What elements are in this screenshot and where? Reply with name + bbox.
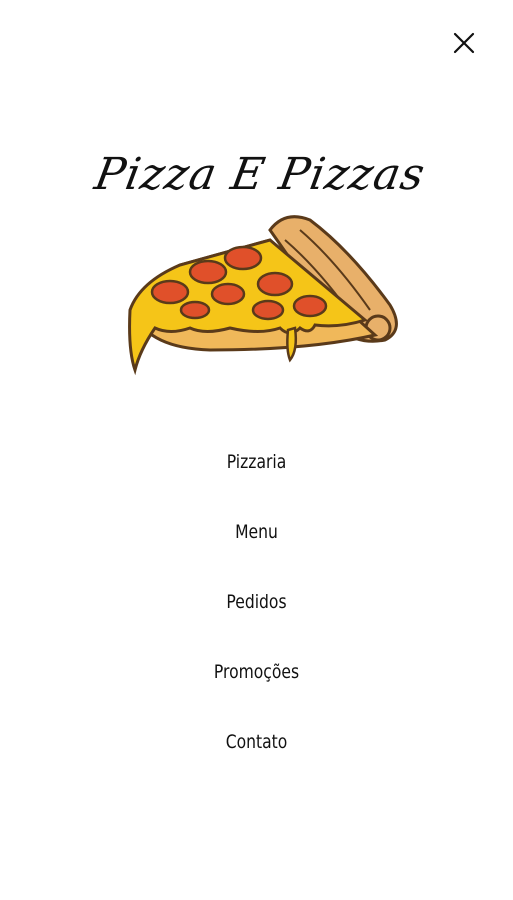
menu-item-promocoes[interactable]: Promoções	[46, 650, 467, 720]
pizza-slice-icon	[128, 215, 398, 376]
main-menu: Pizzaria Menu Pedidos Promoções Contato	[0, 440, 513, 790]
brand-title: Pizza E Pizzas	[90, 149, 430, 200]
brand-logo: Pizza E Pizzas	[90, 140, 430, 380]
menu-item-contato[interactable]: Contato	[46, 720, 467, 790]
menu-item-menu[interactable]: Menu	[46, 510, 467, 580]
menu-item-pedidos[interactable]: Pedidos	[46, 580, 467, 650]
menu-item-pizzaria[interactable]: Pizzaria	[46, 440, 467, 510]
close-button[interactable]	[447, 26, 481, 60]
close-icon	[453, 32, 475, 54]
